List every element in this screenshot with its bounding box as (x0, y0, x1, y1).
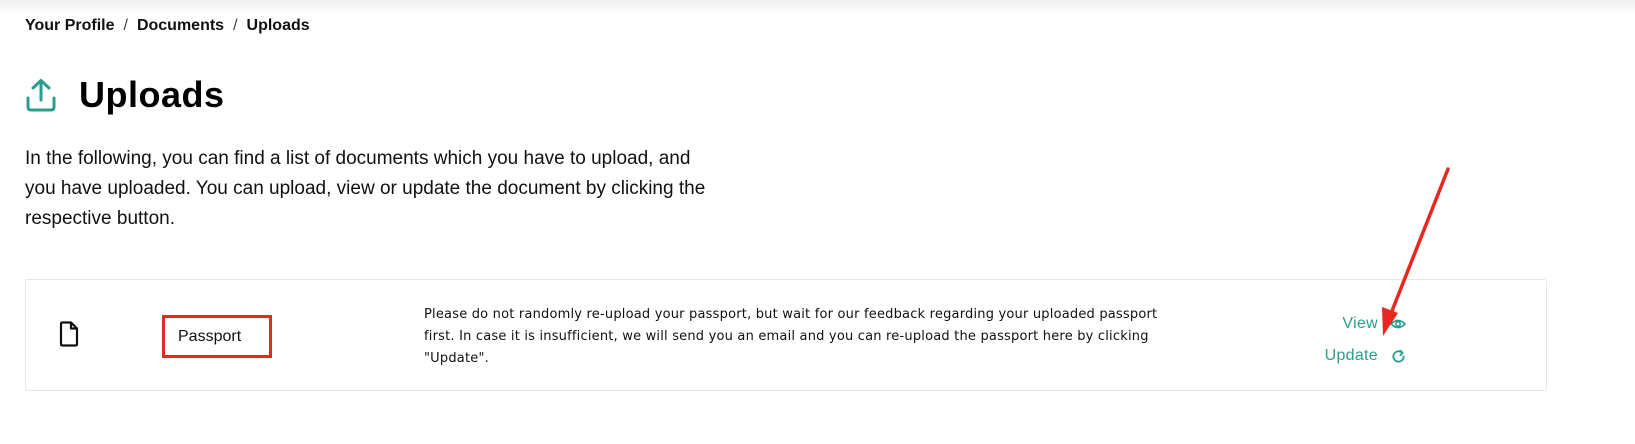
breadcrumb-separator: / (123, 17, 128, 34)
breadcrumb-item-your-profile[interactable]: Your Profile (25, 17, 115, 35)
intro-text: In the following, you can find a list of… (25, 148, 706, 229)
breadcrumb-separator: / (233, 17, 238, 34)
document-actions: View Update (1296, 308, 1406, 372)
view-label: View (1342, 315, 1378, 332)
breadcrumb-item-documents[interactable]: Documents (137, 17, 224, 35)
document-description: Please do not randomly re-upload your pa… (424, 307, 1158, 366)
page-title: Uploads (79, 74, 225, 115)
upload-icon (25, 76, 59, 114)
refresh-icon (1390, 348, 1406, 364)
eye-icon (1390, 316, 1406, 332)
view-button[interactable]: View (1296, 308, 1406, 340)
file-icon (59, 321, 79, 347)
page-header: Uploads (25, 74, 225, 116)
breadcrumb-item-uploads: Uploads (246, 17, 310, 34)
document-name: Passport (162, 315, 272, 358)
update-label: Update (1324, 347, 1378, 364)
update-button[interactable]: Update (1296, 340, 1406, 372)
breadcrumb: Your Profile / Documents / Uploads (25, 17, 310, 35)
document-row: Passport Please do not randomly re-uploa… (25, 279, 1547, 391)
top-shadow (0, 0, 1635, 16)
